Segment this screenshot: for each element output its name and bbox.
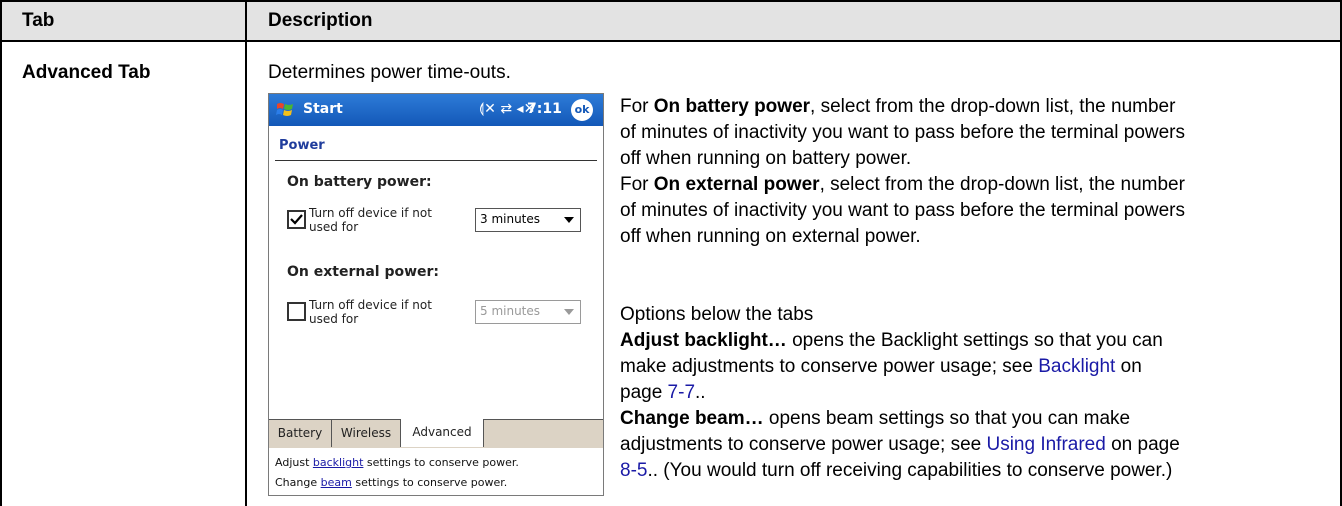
external-timeout-value: 5 minutes	[480, 304, 541, 318]
backlight-doc-link[interactable]: Backlight	[1038, 356, 1115, 377]
clock: 7:11	[527, 101, 562, 117]
table-top-border	[0, 0, 1342, 2]
heading-divider	[275, 160, 597, 161]
page-7-7-link[interactable]: 7-7	[668, 382, 695, 403]
external-timeout-checkbox[interactable]	[287, 302, 306, 321]
footer-beam-text: Change beam settings to conserve power.	[275, 476, 508, 489]
column-header-description: Description	[268, 10, 373, 31]
header-bottom-border	[0, 40, 1342, 42]
start-menu-label[interactable]: Start	[303, 101, 343, 117]
column-header-tab: Tab	[22, 10, 55, 31]
page-8-5-link[interactable]: 8-5	[620, 460, 647, 481]
tab-wireless[interactable]: Wireless	[332, 420, 401, 447]
ok-button[interactable]: ok	[571, 99, 593, 121]
options-explanation: Options below the tabs Adjust backlight……	[620, 302, 1340, 484]
windows-logo-icon	[276, 103, 293, 116]
table-left-border	[0, 0, 2, 506]
battery-timeout-checkbox[interactable]	[287, 210, 306, 229]
column-divider	[245, 0, 247, 506]
external-timeout-select[interactable]: 5 minutes	[475, 300, 581, 324]
settings-tab-bar: Battery Wireless Advanced	[269, 419, 603, 448]
checkmark-icon	[290, 214, 303, 225]
tab-battery[interactable]: Battery	[269, 420, 332, 447]
using-infrared-link[interactable]: Using Infrared	[986, 434, 1105, 455]
device-screenshot: Start ⟬✕ ⇄ ◂✕ 7:11 ok Power On battery p…	[268, 93, 604, 496]
external-section-heading: On external power:	[287, 264, 440, 280]
settings-page-title: Power	[279, 138, 325, 153]
chevron-down-icon	[564, 309, 574, 315]
row-description-intro: Determines power time-outs.	[268, 62, 511, 83]
footer-backlight-text: Adjust backlight settings to conserve po…	[275, 456, 519, 469]
battery-timeout-select[interactable]: 3 minutes	[475, 208, 581, 232]
battery-section-heading: On battery power:	[287, 174, 432, 190]
device-title-bar: Start ⟬✕ ⇄ ◂✕ 7:11 ok	[269, 94, 603, 126]
battery-checkbox-label: Turn off device if not used for	[309, 206, 432, 234]
options-heading: Options below the tabs	[620, 304, 814, 325]
battery-timeout-value: 3 minutes	[480, 212, 541, 226]
tab-advanced[interactable]: Advanced	[401, 419, 484, 447]
backlight-link[interactable]: backlight	[313, 456, 364, 469]
header-cell-description	[247, 2, 1340, 40]
external-checkbox-label: Turn off device if not used for	[309, 298, 432, 326]
beam-link[interactable]: beam	[321, 476, 352, 489]
battery-power-explanation: For On battery power, select from the dr…	[620, 96, 1185, 247]
chevron-down-icon	[564, 217, 574, 223]
row-tab-name: Advanced Tab	[22, 62, 151, 83]
